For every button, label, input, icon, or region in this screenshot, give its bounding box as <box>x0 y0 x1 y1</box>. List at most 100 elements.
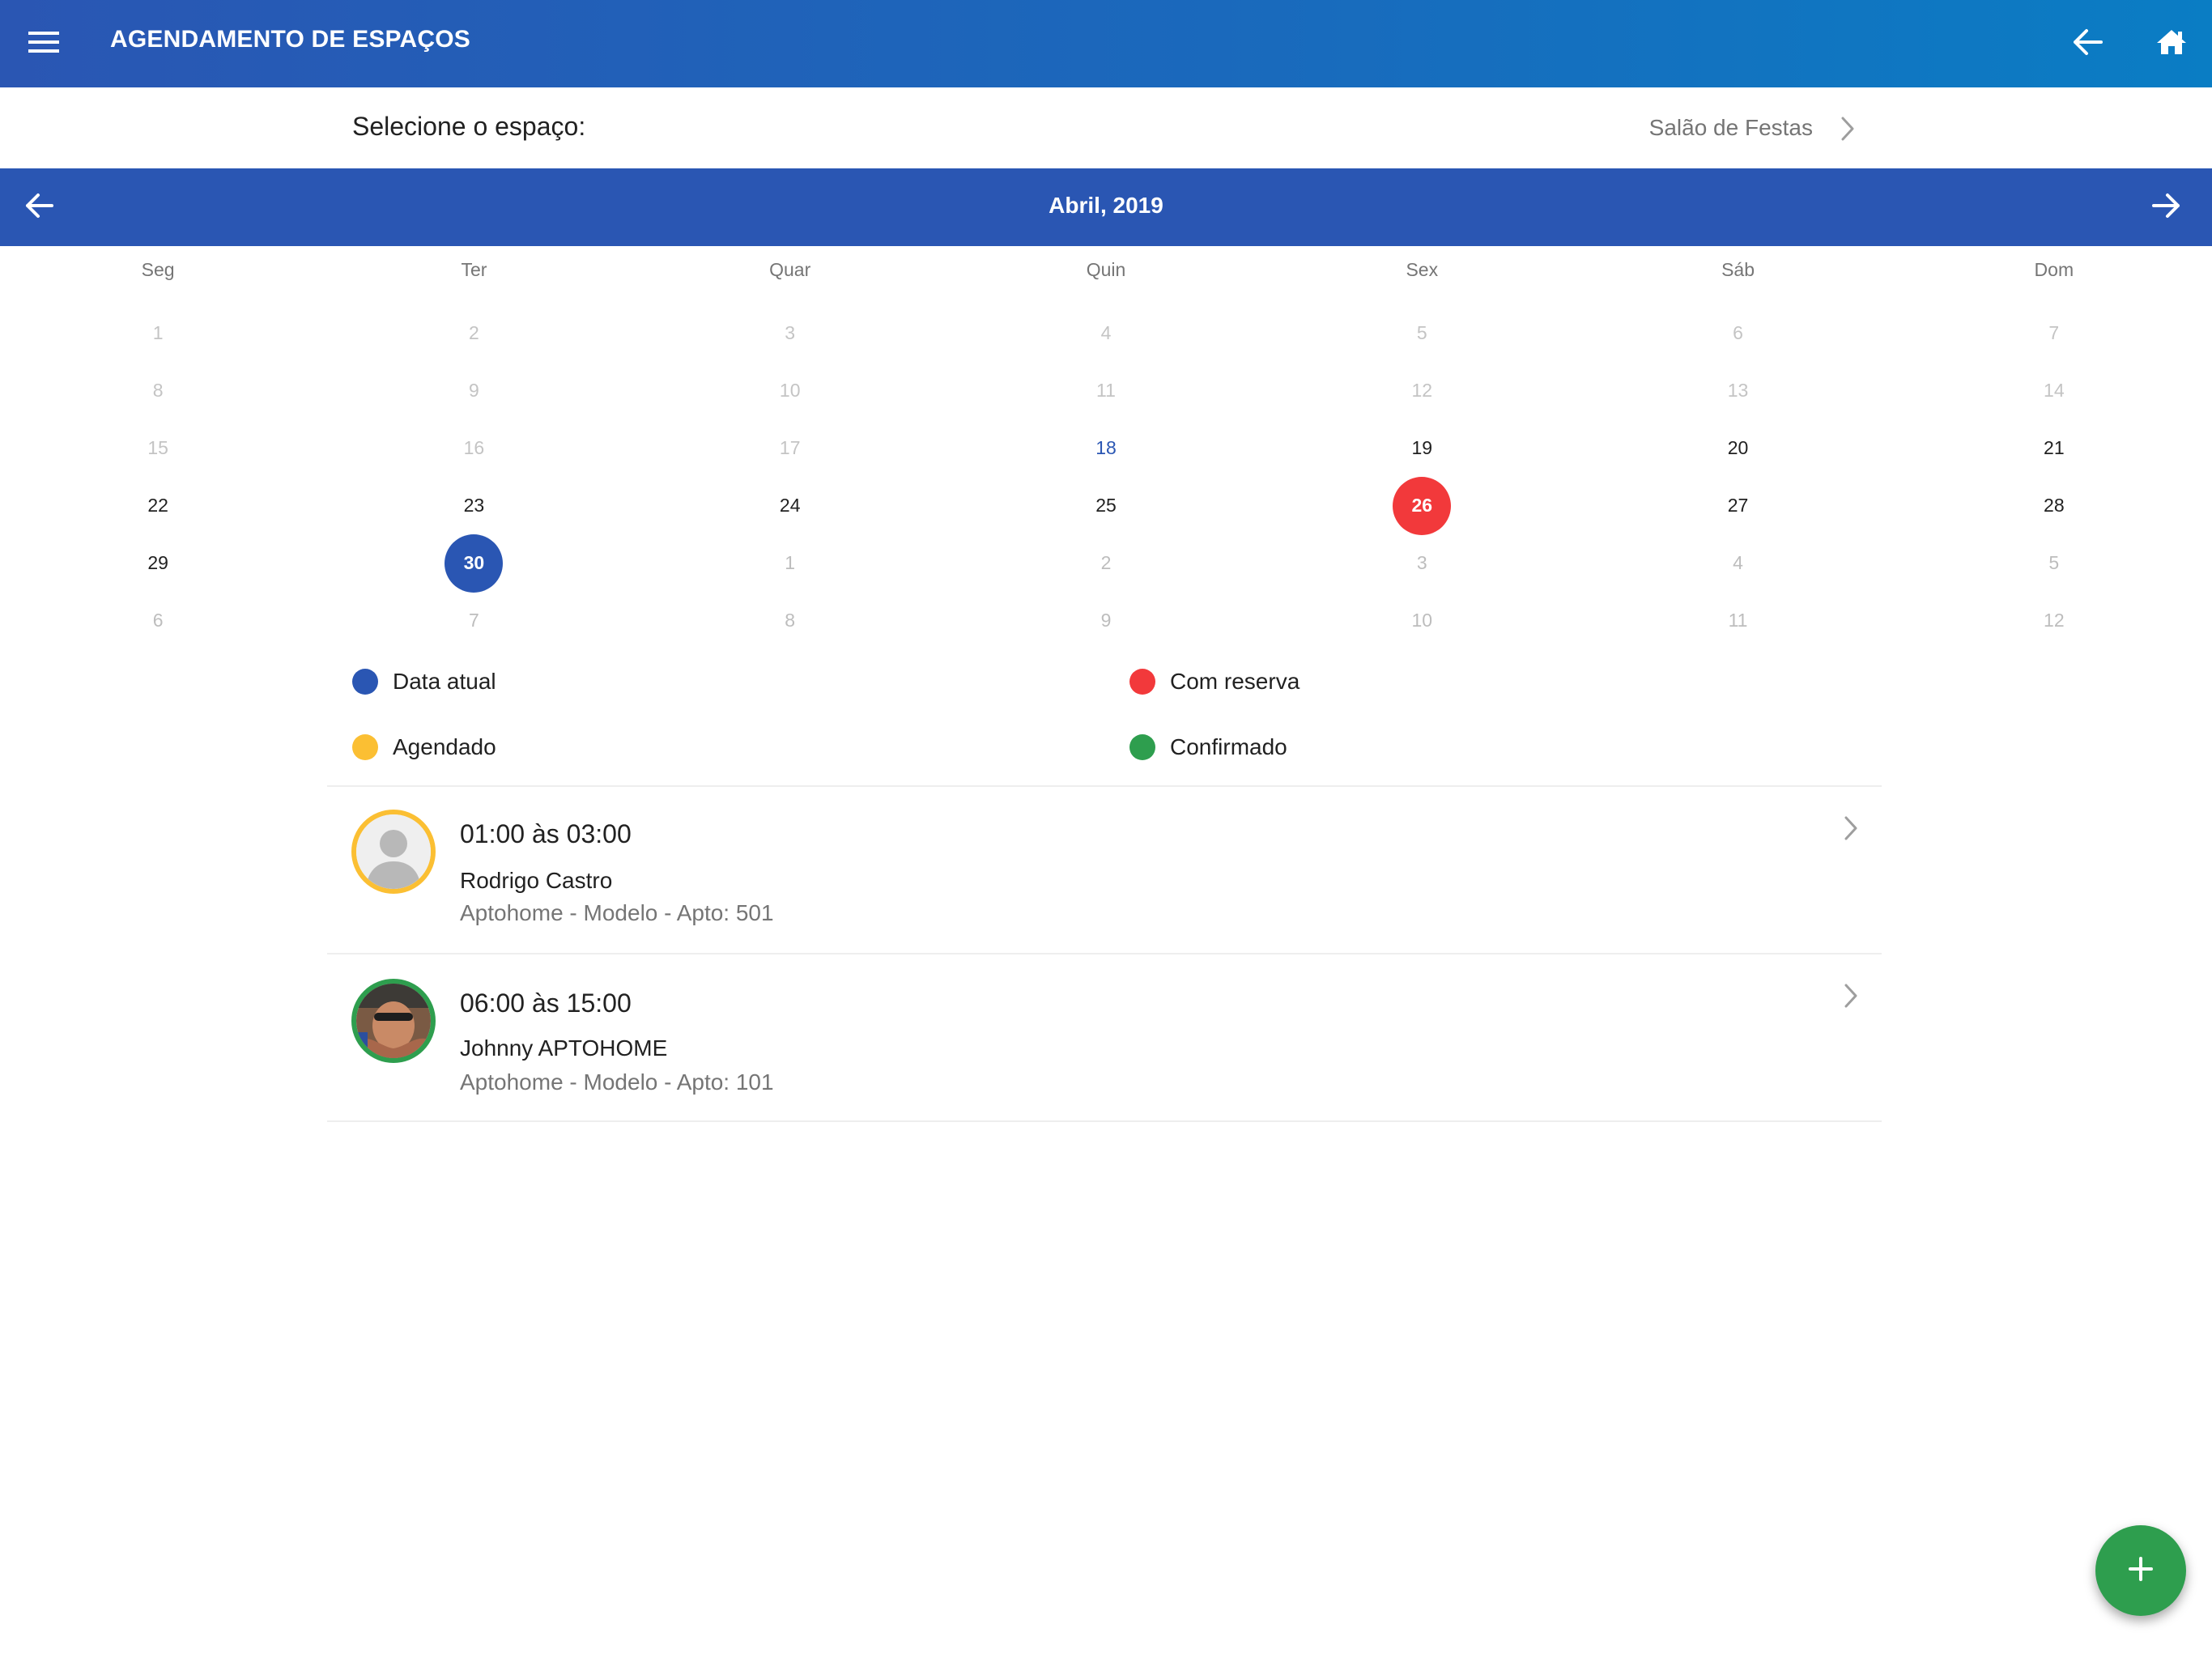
calendar-day-cell[interactable]: 17 <box>632 419 948 477</box>
calendar-day-cell[interactable]: 8 <box>632 592 948 649</box>
hamburger-menu-icon <box>28 30 59 58</box>
plus-icon <box>2127 1555 2155 1587</box>
calendar-day-cell[interactable]: 21 <box>1896 419 2212 477</box>
weekday-label: Ter <box>461 259 487 280</box>
menu-button[interactable] <box>19 19 68 68</box>
bookings-list: 01:00 às 03:00 Rodrigo Castro Aptohome -… <box>327 785 1882 1122</box>
green-dot-icon <box>1129 734 1155 760</box>
calendar-day-number: 12 <box>1411 380 1433 401</box>
weekday-label: Quin <box>1086 259 1126 280</box>
list-item[interactable]: 06:00 às 15:00 Johnny APTOHOME Aptohome … <box>327 954 1882 1120</box>
calendar-day-cell[interactable]: 2 <box>316 304 632 362</box>
calendar-week-row: 15 16 17 18 19 20 21 <box>0 419 2212 477</box>
calendar-day-number: 16 <box>463 437 485 458</box>
arrow-right-icon <box>2152 193 2181 223</box>
calendar-day-cell[interactable]: 10 <box>632 362 948 419</box>
calendar-day-number: 5 <box>2048 552 2060 573</box>
calendar-day-number: 20 <box>1727 437 1749 458</box>
calendar-day-number: 30 <box>445 534 504 593</box>
calendar-day-cell[interactable]: 28 <box>1896 477 2212 534</box>
calendar-day-number: 29 <box>147 552 168 573</box>
calendar-day-cell[interactable]: 8 <box>0 362 316 419</box>
next-month-button[interactable] <box>2141 181 2193 233</box>
calendar-day-cell[interactable]: 15 <box>0 419 316 477</box>
calendar-day-cell[interactable]: 4 <box>948 304 1264 362</box>
chevron-right-icon <box>1836 115 1859 142</box>
calendar-day-number: 17 <box>779 437 801 458</box>
page-title: AGENDAMENTO DE ESPAÇOS <box>110 26 471 53</box>
calendar-day-number: 10 <box>1411 610 1433 631</box>
calendar-day-number: 24 <box>779 495 801 516</box>
calendar-day-number: 23 <box>463 495 485 516</box>
calendar-week-row: 29 30 1 2 3 4 5 <box>0 534 2212 593</box>
legend-label: Data atual <box>393 669 496 694</box>
calendar-day-number: 11 <box>1096 380 1116 401</box>
calendar-day-number: 3 <box>785 322 796 343</box>
booking-time: 06:00 às 15:00 <box>460 988 632 1018</box>
calendar-day-cell[interactable]: 14 <box>1896 362 2212 419</box>
calendar-day-number: 3 <box>1416 552 1427 573</box>
weekday-label: Sex <box>1406 259 1439 280</box>
calendar-day-number: 2 <box>1100 552 1112 573</box>
back-button[interactable] <box>2061 18 2113 70</box>
calendar-day-number: 15 <box>147 437 168 458</box>
calendar-day-number: 11 <box>1728 610 1748 631</box>
calendar-day-cell[interactable]: 26 <box>1264 476 1580 535</box>
calendar-day-cell[interactable]: 11 <box>948 362 1264 419</box>
calendar-day-cell[interactable]: 11 <box>1580 592 1895 649</box>
booking-name: Johnny APTOHOME <box>460 1035 668 1061</box>
home-button[interactable] <box>2146 18 2197 70</box>
booking-detail: Aptohome - Modelo - Apto: 101 <box>460 1069 774 1095</box>
calendar-day-number: 26 <box>1393 476 1452 535</box>
calendar-day-cell[interactable]: 7 <box>1896 304 2212 362</box>
calendar-day-cell[interactable]: 12 <box>1896 592 2212 649</box>
weekday-label: Quar <box>769 259 811 280</box>
month-navigation-bar: Abril, 2019 <box>0 168 2212 246</box>
calendar-day-cell[interactable]: 9 <box>316 362 632 419</box>
calendar-day-cell[interactable]: 23 <box>316 477 632 534</box>
calendar-day-cell[interactable]: 1 <box>632 534 948 592</box>
list-item[interactable]: 01:00 às 03:00 Rodrigo Castro Aptohome -… <box>327 787 1882 953</box>
default-user-avatar-icon <box>356 814 431 889</box>
legend-item-confirmado: Confirmado <box>1129 734 1287 760</box>
calendar-day-cell[interactable]: 9 <box>948 592 1264 649</box>
blue-dot-icon <box>352 669 378 695</box>
calendar-day-cell[interactable]: 20 <box>1580 419 1895 477</box>
calendar-day-cell[interactable]: 1 <box>0 304 316 362</box>
calendar-day-cell[interactable]: 24 <box>632 477 948 534</box>
calendar-day-number: 28 <box>2044 495 2065 516</box>
calendar-day-cell[interactable]: 6 <box>0 592 316 649</box>
calendar-day-cell[interactable]: 12 <box>1264 362 1580 419</box>
calendar-day-cell[interactable]: 13 <box>1580 362 1895 419</box>
calendar-day-cell[interactable]: 3 <box>632 304 948 362</box>
calendar-day-cell[interactable]: 2 <box>948 534 1264 592</box>
calendar-week-row: 6 7 8 9 10 11 12 <box>0 592 2212 649</box>
calendar-day-cell[interactable]: 19 <box>1264 419 1580 477</box>
weekday-label: Dom <box>2034 259 2074 280</box>
calendar-day-cell[interactable]: 7 <box>316 592 632 649</box>
avatar <box>351 810 436 894</box>
calendar-day-cell[interactable]: 6 <box>1580 304 1895 362</box>
legend-label: Com reserva <box>1170 669 1300 694</box>
calendar-day-cell[interactable]: 18 <box>948 419 1264 477</box>
calendar-day-cell[interactable]: 27 <box>1580 477 1895 534</box>
add-booking-button[interactable] <box>2095 1525 2186 1616</box>
calendar-day-cell[interactable]: 5 <box>1896 534 2212 592</box>
space-selector[interactable]: Selecione o espaço: Salão de Festas <box>0 87 2212 168</box>
legend-item-data-atual: Data atual <box>352 669 496 695</box>
calendar-day-cell[interactable]: 10 <box>1264 592 1580 649</box>
calendar-day-number: 4 <box>1733 552 1743 573</box>
calendar-day-number: 1 <box>152 322 164 343</box>
calendar-day-cell[interactable]: 16 <box>316 419 632 477</box>
calendar-day-cell[interactable]: 30 <box>316 534 632 593</box>
calendar-day-cell[interactable]: 5 <box>1264 304 1580 362</box>
calendar-day-cell[interactable]: 3 <box>1264 534 1580 592</box>
calendar-day-number: 1 <box>785 552 796 573</box>
calendar-day-cell[interactable]: 22 <box>0 477 316 534</box>
calendar-day-number: 9 <box>469 380 479 401</box>
calendar-day-cell[interactable]: 29 <box>0 534 316 592</box>
calendar-day-cell[interactable]: 4 <box>1580 534 1895 592</box>
calendar-day-number: 5 <box>1416 322 1427 343</box>
calendar-day-number: 14 <box>2044 380 2065 401</box>
calendar-day-cell[interactable]: 25 <box>948 477 1264 534</box>
